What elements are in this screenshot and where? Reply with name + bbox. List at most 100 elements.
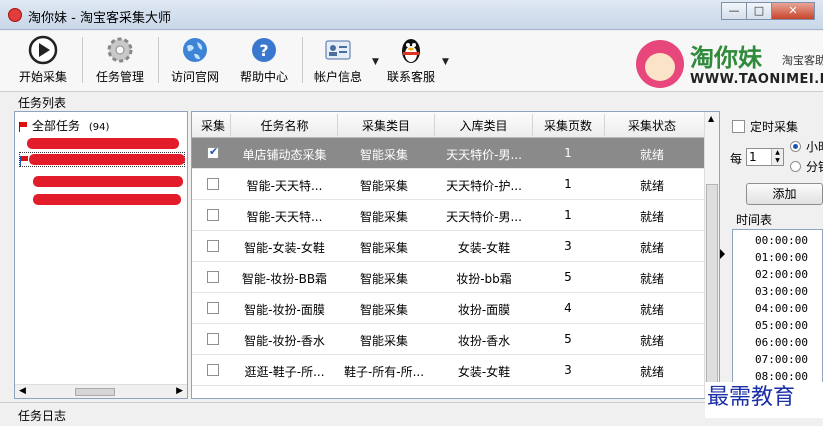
store-category-cell: 妆扮-香水 <box>457 334 511 348</box>
account-dropdown-icon[interactable]: ▼ <box>372 57 379 67</box>
unit-minute-radio[interactable] <box>790 161 801 172</box>
table-row[interactable]: 智能-天天特... 智能采集 天天特价-男... 1 就绪 <box>192 200 705 231</box>
col-divider <box>230 114 231 136</box>
time-item[interactable]: 05:00:00 <box>755 319 808 332</box>
start-collect-label: 开始采集 <box>18 70 67 84</box>
timetable-label: 时间表 <box>736 213 773 227</box>
status-cell: 就绪 <box>639 148 664 162</box>
toolbar-separator <box>302 37 303 83</box>
stepper-arrows[interactable]: ▲ ▼ <box>771 149 783 165</box>
store-category-cell: 妆扮-bb霜 <box>456 272 512 286</box>
col-collect-category[interactable]: 采集类目 <box>340 117 432 134</box>
status-cell: 就绪 <box>639 272 664 286</box>
time-item[interactable]: 06:00:00 <box>755 336 808 349</box>
redacted-item <box>27 138 179 149</box>
col-divider <box>337 114 338 136</box>
task-log-label: 任务日志 <box>18 409 67 423</box>
row-checkbox[interactable] <box>207 271 219 283</box>
collect-category-cell: 智能采集 <box>359 303 408 317</box>
help-center-label: 帮助中心 <box>239 70 288 84</box>
qq-penguin-icon <box>396 35 426 65</box>
tree-horizontal-scrollbar[interactable]: ◀ ▶ <box>15 384 187 398</box>
table-row[interactable]: 智能-天天特... 智能采集 天天特价-护... 1 就绪 <box>192 169 705 200</box>
id-card-icon <box>323 35 353 65</box>
window-controls: — □ ✕ <box>721 2 815 20</box>
contact-service-label: 联系客服 <box>386 70 435 84</box>
close-button[interactable]: ✕ <box>771 2 815 20</box>
service-dropdown-icon[interactable]: ▼ <box>442 57 449 67</box>
row-checkbox[interactable] <box>207 209 219 221</box>
scroll-up-icon[interactable]: ▲ <box>708 114 714 123</box>
table-row[interactable]: 单店铺动态采集 智能采集 天天特价-男... 1 就绪 <box>192 138 705 169</box>
unit-hour-radio[interactable] <box>790 141 801 152</box>
status-cell: 就绪 <box>639 303 664 317</box>
tree-root-all-tasks[interactable]: 全部任务 (94) <box>19 117 109 134</box>
col-divider <box>604 114 605 136</box>
col-task-name[interactable]: 任务名称 <box>232 117 337 134</box>
collect-category-cell: 智能采集 <box>359 148 408 162</box>
task-list-label: 任务列表 <box>18 96 67 110</box>
table-row[interactable]: 智能-女装-女鞋 智能采集 女装-女鞋 3 就绪 <box>192 231 705 262</box>
task-tree[interactable]: 全部任务 (94) ◀ ▶ <box>14 111 188 399</box>
brand-subtitle: 淘宝客助 <box>782 54 823 67</box>
row-checkbox[interactable] <box>207 364 219 376</box>
time-item[interactable]: 00:00:00 <box>755 234 808 247</box>
col-pages[interactable]: 采集页数 <box>534 117 602 134</box>
help-center-button[interactable]: ? 帮助中心 <box>234 33 294 89</box>
time-item[interactable]: 07:00:00 <box>755 353 808 366</box>
timer-label: 定时采集 <box>750 120 799 134</box>
scroll-left-icon[interactable]: ◀ <box>19 386 26 396</box>
table-row[interactable]: 智能-妆扮-BB霜 智能采集 妆扮-bb霜 5 就绪 <box>192 262 705 293</box>
row-checkbox[interactable] <box>207 302 219 314</box>
time-item[interactable]: 03:00:00 <box>755 285 808 298</box>
maximize-button[interactable]: □ <box>746 2 772 20</box>
brand-logo: 淘你妹 淘宝客助 WWW.TAONIMEI.N <box>636 34 823 90</box>
contact-service-button[interactable]: 联系客服 <box>382 33 440 89</box>
table-row[interactable]: 逛逛-鞋子-所... 鞋子-所有-所... 女装-女鞋 3 就绪 <box>192 355 705 386</box>
time-item[interactable]: 04:00:00 <box>755 302 808 315</box>
store-category-cell: 天天特价-护... <box>446 179 522 193</box>
time-item[interactable]: 01:00:00 <box>755 251 808 264</box>
status-cell: 就绪 <box>639 210 664 224</box>
interval-stepper[interactable]: 1 ▲ ▼ <box>746 148 784 166</box>
timer-checkbox[interactable] <box>732 120 745 133</box>
redacted-item <box>29 154 185 165</box>
account-info-label: 帐户信息 <box>313 70 362 84</box>
svg-text:?: ? <box>259 41 268 60</box>
visit-site-button[interactable]: 访问官网 <box>166 33 224 89</box>
task-manage-button[interactable]: 任务管理 <box>90 33 150 89</box>
redacted-item <box>33 194 181 205</box>
add-button[interactable]: 添加 <box>746 183 823 205</box>
redacted-item <box>33 176 183 187</box>
timetable-list[interactable]: 00:00:00 01:00:00 02:00:00 03:00:00 04:0… <box>732 229 823 399</box>
status-cell: 就绪 <box>639 179 664 193</box>
scroll-thumb[interactable] <box>75 388 115 396</box>
row-checkbox[interactable] <box>207 240 219 252</box>
row-checkbox[interactable] <box>207 333 219 345</box>
task-name-cell: 单店铺动态采集 <box>242 148 327 162</box>
task-log-panel: 任务日志 <box>0 402 823 426</box>
col-collect[interactable]: 采集 <box>198 117 228 134</box>
table-row[interactable]: 智能-妆扮-面膜 智能采集 妆扮-面膜 4 就绪 <box>192 293 705 324</box>
scroll-right-icon[interactable]: ▶ <box>176 386 183 396</box>
scroll-thumb[interactable] <box>706 184 718 394</box>
col-store-category[interactable]: 入库类目 <box>436 117 531 134</box>
table-row[interactable]: 智能-妆扮-香水 智能采集 妆扮-香水 5 就绪 <box>192 324 705 355</box>
globe-icon <box>180 35 210 65</box>
splitter-arrow-icon[interactable] <box>720 249 725 259</box>
row-checkbox[interactable] <box>207 145 219 159</box>
pages-cell: 5 <box>564 332 572 346</box>
start-collect-button[interactable]: 开始采集 <box>12 33 74 89</box>
col-status[interactable]: 采集状态 <box>606 117 698 134</box>
tree-root-count: (94) <box>88 122 110 133</box>
toolbar-separator <box>158 37 159 83</box>
table-vertical-scrollbar[interactable]: ▲ <box>704 112 719 398</box>
play-icon <box>28 35 58 65</box>
interval-value: 1 <box>749 150 757 164</box>
account-info-button[interactable]: 帐户信息 <box>310 33 366 89</box>
minimize-button[interactable]: — <box>721 2 747 20</box>
unit-hour-label: 小时 <box>806 140 823 154</box>
watermark: 最需教育 <box>705 382 823 418</box>
time-item[interactable]: 02:00:00 <box>755 268 808 281</box>
row-checkbox[interactable] <box>207 178 219 190</box>
